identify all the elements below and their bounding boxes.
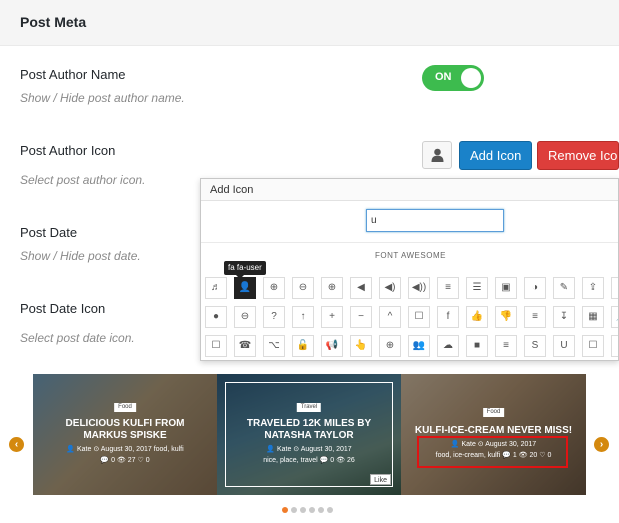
icon-option[interactable]: − bbox=[350, 306, 372, 328]
icon-tooltip: fa fa-user bbox=[224, 261, 266, 279]
icon-option[interactable]: ☐ bbox=[611, 335, 618, 357]
post-date-icon-desc: Select post date icon. bbox=[20, 331, 135, 345]
slide-category[interactable]: Food bbox=[114, 403, 136, 412]
icon-option[interactable]: 👤 bbox=[234, 277, 256, 299]
slider-dot[interactable] bbox=[282, 507, 288, 513]
slide-meta-stats: 💬 0 👁 27 ♡ 0 bbox=[100, 457, 150, 464]
icon-option[interactable]: 👥 bbox=[408, 335, 430, 357]
author-icon-preview bbox=[422, 141, 452, 169]
icon-option[interactable]: ↧ bbox=[553, 306, 575, 328]
icon-option[interactable]: 👆 bbox=[350, 335, 372, 357]
slide-2[interactable]: Travel TRAVELED 12K MILES BY NATASHA TAY… bbox=[217, 374, 401, 495]
icon-option[interactable]: ▣ bbox=[495, 277, 517, 299]
icon-option[interactable]: ⊕ bbox=[263, 277, 285, 299]
icon-option[interactable]: ◀ bbox=[350, 277, 372, 299]
icon-option[interactable]: ? bbox=[263, 306, 285, 328]
post-author-name-desc: Show / Hide post author name. bbox=[20, 91, 185, 105]
icon-option[interactable]: ☰ bbox=[466, 277, 488, 299]
remove-icon-button[interactable]: Remove Icon bbox=[537, 141, 619, 170]
icon-option[interactable]: ◑ bbox=[524, 277, 546, 299]
post-date-desc: Show / Hide post date. bbox=[20, 249, 141, 263]
icon-option[interactable]: ⌥ bbox=[263, 335, 285, 357]
like-button[interactable]: Like bbox=[370, 474, 391, 485]
toggle-knob bbox=[461, 68, 481, 88]
icon-option[interactable]: ♬ bbox=[205, 277, 227, 299]
icon-option[interactable]: ● bbox=[205, 306, 227, 328]
post-author-name-label: Post Author Name bbox=[20, 67, 126, 82]
modal-header: Add Icon bbox=[201, 179, 618, 201]
icon-option[interactable]: 📢 bbox=[321, 335, 343, 357]
icon-option[interactable]: 🔓 bbox=[292, 335, 314, 357]
slide-tags: food, kulfi bbox=[153, 446, 184, 453]
icon-search-input[interactable] bbox=[366, 209, 504, 232]
icon-option[interactable]: ↑ bbox=[292, 306, 314, 328]
slider-prev-arrow[interactable]: ‹ bbox=[9, 437, 24, 452]
slider-dot[interactable] bbox=[300, 507, 306, 513]
icon-option[interactable]: U bbox=[553, 335, 575, 357]
icon-option[interactable]: ☁ bbox=[437, 335, 459, 357]
slide-meta-line: 👤 Kate ⊙ August 30, 2017 bbox=[66, 446, 152, 453]
slide-title[interactable]: DELICIOUS KULFI FROM MARKUS SPISKE bbox=[43, 418, 207, 442]
icon-option[interactable]: ☐ bbox=[582, 335, 604, 357]
icon-option[interactable]: ⊖ bbox=[234, 306, 256, 328]
slider-next-arrow[interactable]: › bbox=[594, 437, 609, 452]
icon-option[interactable]: 👎 bbox=[495, 306, 517, 328]
slide-category[interactable]: Travel bbox=[296, 403, 322, 412]
slide-meta-stats: nice, place, travel 💬 0 👁 26 bbox=[263, 457, 355, 464]
icon-option[interactable]: ☐ bbox=[205, 335, 227, 357]
modal-title: Add Icon bbox=[210, 184, 254, 196]
post-author-icon-desc: Select post author icon. bbox=[20, 173, 146, 187]
icon-option[interactable]: S bbox=[524, 335, 546, 357]
post-author-icon-label: Post Author Icon bbox=[20, 143, 116, 158]
icon-option[interactable]: ■ bbox=[466, 335, 488, 357]
slide-3[interactable]: Food KULFI-ICE-CREAM NEVER MISS! 👤 Kate … bbox=[401, 374, 586, 495]
icon-option[interactable]: ◀)) bbox=[408, 277, 430, 299]
icon-option[interactable]: ^ bbox=[379, 306, 401, 328]
icon-group-label: FONT AWESOME bbox=[375, 251, 446, 260]
slide-1[interactable]: Food DELICIOUS KULFI FROM MARKUS SPISKE … bbox=[33, 374, 217, 495]
icon-option[interactable]: ≡ bbox=[495, 335, 517, 357]
user-icon bbox=[431, 148, 444, 162]
post-date-label: Post Date bbox=[20, 225, 78, 240]
post-slider: Food DELICIOUS KULFI FROM MARKUS SPISKE … bbox=[33, 374, 586, 495]
icon-option[interactable]: ⊕ bbox=[379, 335, 401, 357]
slider-dot[interactable] bbox=[309, 507, 315, 513]
icon-option[interactable]: + bbox=[321, 306, 343, 328]
post-date-icon-label: Post Date Icon bbox=[20, 301, 106, 316]
icon-option[interactable]: ☐ bbox=[408, 306, 430, 328]
slide-meta-author-date: 👤 Kate ⊙ August 30, 2017 bbox=[266, 446, 352, 453]
section-header: Post Meta bbox=[0, 0, 619, 46]
icon-option[interactable]: ◀) bbox=[379, 277, 401, 299]
icon-option[interactable]: 📌 bbox=[611, 306, 618, 328]
icon-option[interactable]: ↗ bbox=[611, 277, 618, 299]
icon-option[interactable]: ✎ bbox=[553, 277, 575, 299]
slide-meta-author-date: 👤 Kate ⊙ August 30, 2017 food, kulfi bbox=[39, 445, 211, 455]
icon-option[interactable]: ⇪ bbox=[582, 277, 604, 299]
icon-option[interactable]: ⊕ bbox=[321, 277, 343, 299]
add-icon-button[interactable]: Add Icon bbox=[459, 141, 532, 170]
section-title: Post Meta bbox=[20, 14, 87, 30]
icon-option[interactable]: ☎ bbox=[234, 335, 256, 357]
slider-dot[interactable] bbox=[327, 507, 333, 513]
icon-option[interactable]: ▦ bbox=[582, 306, 604, 328]
modal-divider bbox=[201, 242, 618, 243]
slide-category[interactable]: Food bbox=[482, 408, 505, 417]
icon-option[interactable]: f bbox=[437, 306, 459, 328]
icon-option[interactable]: ≡ bbox=[437, 277, 459, 299]
meta-highlight-box bbox=[417, 436, 568, 468]
slide-title[interactable]: TRAVELED 12K MILES BY NATASHA TAYLOR bbox=[227, 418, 391, 442]
slider-dot[interactable] bbox=[291, 507, 297, 513]
icon-option[interactable]: ⊖ bbox=[292, 277, 314, 299]
toggle-label: ON bbox=[435, 71, 452, 83]
slider-dot[interactable] bbox=[318, 507, 324, 513]
post-author-name-toggle[interactable]: ON bbox=[422, 65, 484, 91]
add-icon-modal: Add Icon FONT AWESOME fa fa-user ♬ 👤 ⊕ ⊖ ⊕ ◀ ◀… bbox=[200, 178, 619, 361]
icon-option[interactable]: ≡ bbox=[524, 306, 546, 328]
icon-option[interactable]: 👍 bbox=[466, 306, 488, 328]
